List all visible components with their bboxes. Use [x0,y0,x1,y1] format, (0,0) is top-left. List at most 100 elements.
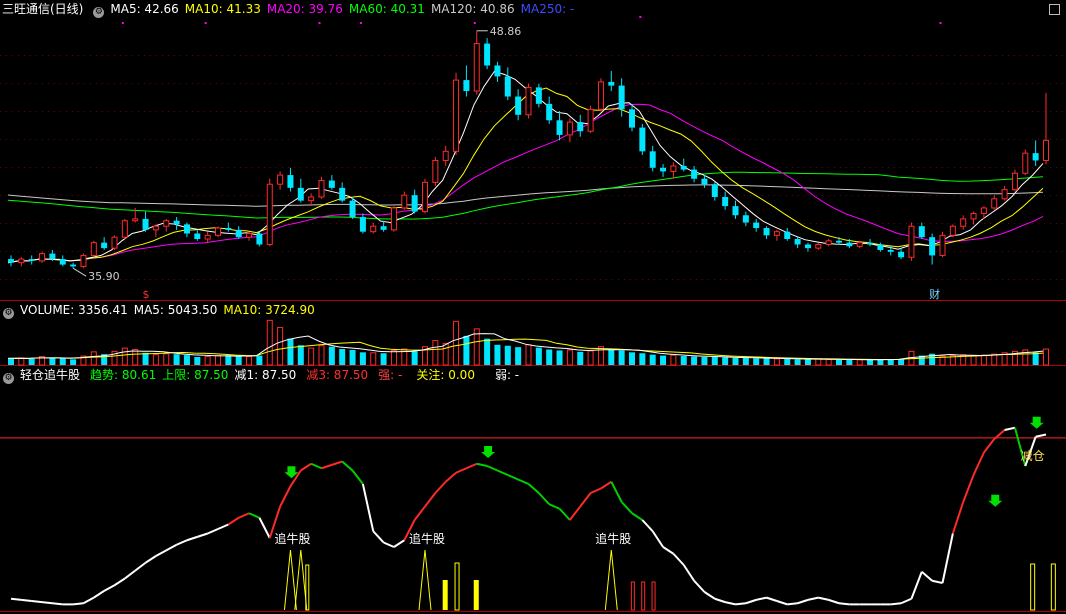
candle-body [546,103,553,121]
volume-bar [411,351,418,365]
volume-bar [349,349,356,365]
trend-line-segment [103,584,115,592]
candle-body [929,237,936,256]
candle-body [80,254,87,267]
trend-line-segment [41,601,53,605]
candle-body [246,233,253,238]
price-legend: 三旺通信(日线) ⚙ MA5: 42.66 MA10: 41.33 MA20: 39.7… [0,0,1066,18]
trend-line-segment [361,483,375,532]
marker-dot [121,22,124,24]
candle-body [670,165,677,172]
indicator-name: 轻仓追牛股 [20,368,81,382]
volume-bar [742,357,749,365]
volume-bar [246,356,253,366]
trend-line-segment [238,512,250,519]
trend-line-segment [962,474,975,503]
volume-bar [277,326,284,366]
trend-line-segment [21,598,32,602]
volume-bar [339,349,346,365]
trend-line-segment [393,539,405,548]
ma5-label: MA5: 42.66 [110,2,179,16]
zhuiniu-bar [305,564,310,611]
candle-body [815,243,822,249]
candle-body [70,264,77,267]
candle-body [525,86,532,116]
trend-line-segment [620,501,633,514]
candle-body [887,249,894,252]
zhuiniu-signal-triangle [418,549,432,611]
trend-line-segment [466,462,478,470]
candle-body [804,244,811,249]
ma120-label: MA120: 40.86 [430,2,515,16]
trend-line-segment [321,463,333,470]
volume-bar [680,356,687,365]
marker-dot [939,22,942,24]
volume-bar [535,347,542,365]
trend-line-segment [72,602,84,606]
trend-line-segment [258,517,271,539]
trend-line-segment [155,549,167,557]
candle-body [132,218,139,222]
volume-bar [287,338,294,365]
volume-bar [215,355,221,366]
candle-body [722,196,729,207]
candle-body [359,217,366,232]
candle-body [711,184,718,197]
trend-line-segment [217,523,229,530]
volume-bar [59,358,66,365]
trend-line-segment [52,602,63,606]
volume-bar [867,359,874,365]
volume-bar [670,354,677,366]
trend-line-segment [579,492,592,508]
volume-bar [132,348,139,366]
volume-bar [991,353,998,366]
volume-bar [722,357,729,365]
candle-body [732,206,739,216]
volume-bar [8,358,14,365]
volume-bar [525,344,532,366]
volume-bar [256,355,263,365]
reduce1-label: 减1: 87.50 [234,368,297,382]
volume-gear-icon[interactable]: ⚙ [3,308,14,319]
trend-line-segment [383,541,395,548]
green-down-arrow-icon [988,494,1003,507]
volume-bar [608,348,615,365]
candle-body [680,165,687,170]
trend-line-segment [124,569,136,580]
volume-bar [183,355,190,365]
candle-body [101,242,108,249]
volume-bar [732,357,739,365]
candle-body [28,259,35,261]
upper-label: 上限: 87.50 [162,368,229,382]
ma20-label: MA20: 39.76 [266,2,343,16]
volume-legend: ⚙ VOLUME: 3356.41 MA5: 5043.50 MA10: 3724.9… [0,301,1066,319]
candle-body [484,43,491,66]
ma60-line [7,171,1044,220]
panel-maximize-icon[interactable] [1049,4,1060,15]
settings-gear-icon[interactable]: ⚙ [93,7,105,18]
trend-line-segment [590,487,602,494]
trend-line-segment [651,530,664,548]
candle-body [556,120,563,135]
volume-bar [380,353,387,365]
yellow-signal-bar [473,580,479,610]
indicator-gear-icon[interactable]: ⚙ [3,373,14,384]
candle-body [173,220,180,225]
trend-line-segment [693,580,706,593]
candle-body [411,195,418,212]
weak-label: 弱: - [494,368,520,382]
trend-line-segment [900,597,912,605]
trend-line-segment [807,596,819,601]
candle-body [422,181,428,213]
trend-line-segment [31,600,43,604]
candle-body [152,225,159,231]
volume-bar [566,349,573,366]
trend-line-segment [662,546,674,555]
candle-body [908,225,915,258]
candle-body [49,253,56,260]
trend-line-segment [941,533,954,584]
candle-body [8,259,14,263]
volume-bar [49,357,56,365]
trend-line-segment [10,597,22,601]
volume-bar [328,346,335,365]
